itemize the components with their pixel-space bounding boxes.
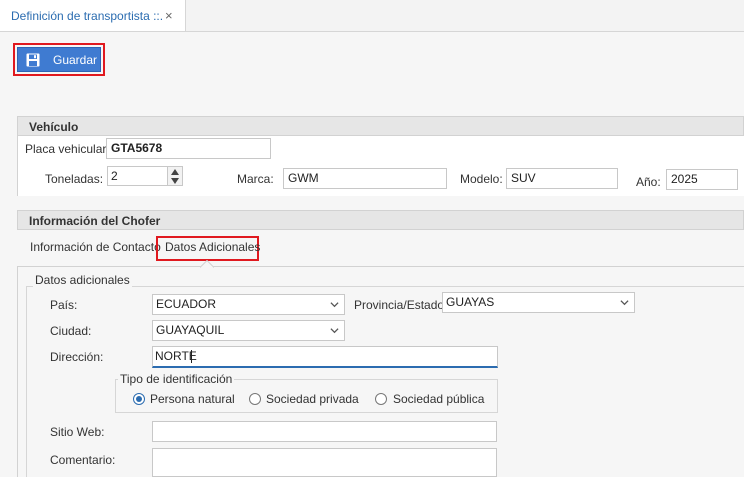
datos-adicionales-title: Datos adicionales — [33, 273, 132, 287]
active-tab-pointer-icon — [200, 260, 214, 268]
radio-sociedad-publica-label[interactable]: Sociedad pública — [393, 392, 484, 406]
marca-label: Marca: — [237, 172, 274, 186]
spin-up-icon[interactable] — [171, 169, 179, 175]
anio-label: Año: — [636, 175, 661, 189]
radio-sociedad-publica[interactable] — [375, 393, 387, 405]
provincia-value: GUAYAS — [446, 295, 495, 309]
floppy-disk-icon — [26, 53, 40, 67]
chofer-header-title: Información del Chofer — [29, 214, 161, 228]
placa-input[interactable]: GTA5678 — [106, 138, 271, 159]
document-tab-title: Definición de transportista ::. — [11, 9, 164, 23]
text-caret — [191, 350, 192, 363]
tab-informacion-contacto[interactable]: Información de Contacto — [30, 240, 161, 254]
pais-select[interactable]: ECUADOR — [152, 294, 345, 315]
toneladas-stepper[interactable]: 2 — [107, 166, 183, 186]
radio-persona-natural[interactable] — [133, 393, 145, 405]
anio-input[interactable]: 2025 — [666, 169, 738, 190]
pais-label: País: — [50, 298, 78, 312]
vehiculo-header-title: Vehículo — [29, 120, 79, 134]
close-tab-icon[interactable]: × — [165, 8, 173, 23]
chevron-down-icon[interactable] — [620, 298, 629, 307]
spin-down-icon[interactable] — [171, 178, 179, 184]
tab-datos-adicionales[interactable]: Datos Adicionales — [165, 240, 260, 254]
chofer-group-header: Información del Chofer — [17, 210, 744, 230]
modelo-label: Modelo: — [460, 172, 503, 186]
comentario-textarea[interactable] — [152, 448, 497, 477]
toolbar — [0, 32, 744, 102]
sitio-web-label: Sitio Web: — [50, 425, 105, 439]
placa-label: Placa vehicular: — [25, 142, 110, 156]
vehiculo-group-header: Vehículo — [17, 116, 744, 136]
toneladas-value: 2 — [111, 169, 118, 183]
save-button[interactable]: Guardar — [17, 47, 101, 72]
pais-value: ECUADOR — [156, 297, 217, 311]
provincia-select[interactable]: GUAYAS — [442, 292, 635, 313]
toneladas-label: Toneladas: — [45, 172, 104, 186]
chevron-down-icon[interactable] — [330, 326, 339, 335]
sitio-web-input[interactable] — [152, 421, 497, 442]
modelo-input[interactable]: SUV — [506, 168, 618, 189]
provincia-label: Provincia/Estado: — [354, 298, 448, 312]
save-button-label: Guardar — [53, 53, 98, 67]
tipo-identificacion-title: Tipo de identificación — [118, 372, 235, 386]
document-tab[interactable]: Definición de transportista ::. × — [0, 0, 186, 31]
ciudad-label: Ciudad: — [50, 324, 92, 338]
direccion-label: Dirección: — [50, 350, 104, 364]
ciudad-select[interactable]: GUAYAQUIL — [152, 320, 345, 341]
comentario-label: Comentario: — [50, 453, 116, 467]
direccion-input[interactable]: NORTE — [152, 346, 498, 368]
chevron-down-icon[interactable] — [330, 300, 339, 309]
radio-persona-natural-label[interactable]: Persona natural — [150, 392, 235, 406]
toneladas-spin-buttons[interactable] — [167, 167, 182, 185]
ciudad-value: GUAYAQUIL — [156, 323, 225, 337]
marca-input[interactable]: GWM — [283, 168, 447, 189]
radio-sociedad-privada-label[interactable]: Sociedad privada — [266, 392, 359, 406]
radio-sociedad-privada[interactable] — [249, 393, 261, 405]
